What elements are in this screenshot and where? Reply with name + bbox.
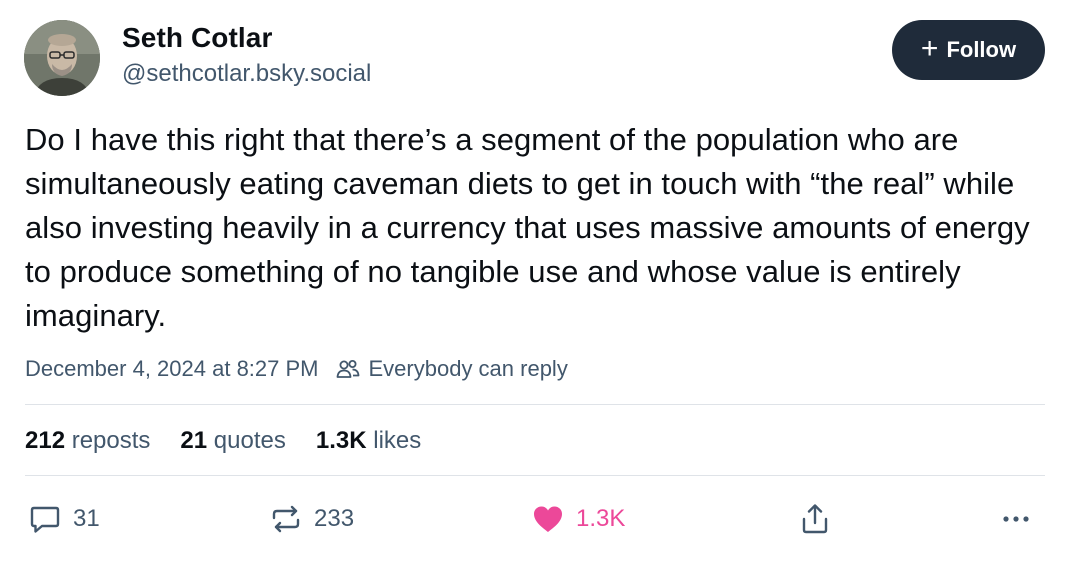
reply-count: 31	[73, 505, 100, 532]
action-bar: 31 233 1.3K	[0, 498, 1074, 540]
reposts-label: reposts	[71, 427, 151, 454]
post-meta: December 4, 2024 at 8:27 PM Everybody ca…	[25, 354, 568, 384]
reply-button[interactable]: 31	[27, 498, 100, 540]
quotes-count: 21	[180, 427, 208, 454]
more-icon	[1003, 516, 1029, 522]
likes-stat[interactable]: 1.3K likes	[316, 427, 421, 455]
people-icon	[336, 360, 359, 378]
divider	[25, 404, 1045, 405]
follow-label: Follow	[946, 37, 1017, 62]
more-button[interactable]	[998, 498, 1034, 540]
like-count: 1.3K	[576, 505, 626, 532]
heart-icon	[534, 506, 562, 532]
quotes-label: quotes	[213, 427, 286, 454]
post-stats: 212 reposts 21 quotes 1.3K likes	[25, 424, 451, 458]
reposts-stat[interactable]: 212 reposts	[25, 427, 150, 455]
share-button[interactable]	[797, 498, 833, 540]
plus-icon: +	[920, 31, 939, 65]
post-text: Do I have this right that there’s a segm…	[25, 122, 1030, 333]
author-name[interactable]: Seth Cotlar	[122, 22, 272, 54]
author-handle[interactable]: @sethcotlar.bsky.social	[122, 60, 371, 88]
follow-button[interactable]: + Follow	[892, 20, 1045, 80]
divider	[25, 475, 1045, 476]
avatar[interactable]	[24, 20, 100, 96]
post-card: Seth Cotlar @sethcotlar.bsky.social + Fo…	[0, 0, 1074, 562]
avatar-image	[24, 20, 100, 96]
repost-icon	[272, 505, 300, 533]
repost-button[interactable]: 233	[268, 498, 354, 540]
reply-setting: Everybody can reply	[335, 356, 568, 382]
share-icon	[802, 504, 828, 534]
speech-bubble-icon	[30, 506, 60, 533]
repost-count: 233	[314, 505, 355, 532]
quotes-stat[interactable]: 21 quotes	[180, 427, 285, 455]
post-timestamp[interactable]: December 4, 2024 at 8:27 PM	[25, 356, 319, 382]
like-button[interactable]: 1.3K	[530, 498, 625, 540]
reposts-count: 212	[25, 427, 66, 454]
likes-count: 1.3K	[315, 427, 367, 454]
reply-setting-label: Everybody can reply	[368, 356, 568, 381]
likes-label: likes	[373, 427, 422, 454]
